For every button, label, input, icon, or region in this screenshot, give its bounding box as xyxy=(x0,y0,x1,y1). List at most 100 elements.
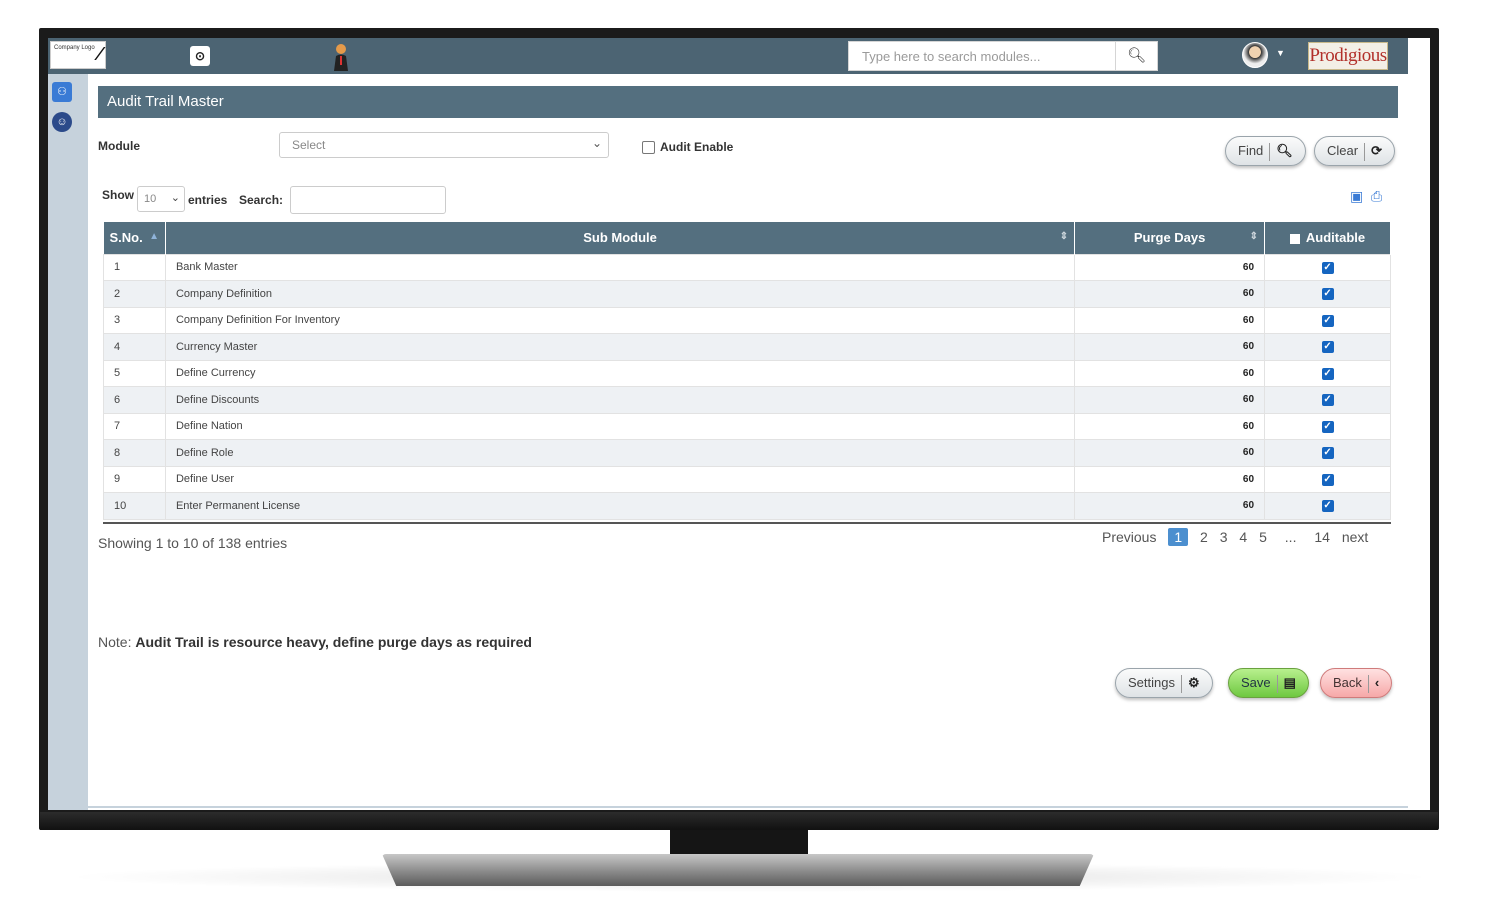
cell-sno: 8 xyxy=(103,439,166,467)
cell-purge-days[interactable]: 60 xyxy=(1074,253,1266,281)
cell-purge-days[interactable]: 60 xyxy=(1074,412,1266,440)
auditable-checkbox[interactable]: ✓ xyxy=(1321,473,1334,486)
module-select[interactable]: Select ⌄ xyxy=(279,132,609,158)
cell-auditable: ✓ xyxy=(1264,465,1391,493)
cell-purge-days[interactable]: 60 xyxy=(1074,465,1266,493)
auditable-checkbox[interactable]: ✓ xyxy=(1321,500,1334,513)
page-5[interactable]: 5 xyxy=(1259,529,1267,545)
column-header-purge-days[interactable]: Purge Days ⇕ xyxy=(1074,222,1266,254)
cell-sub-module: Define User xyxy=(164,465,1076,493)
clear-label: Clear xyxy=(1327,143,1359,158)
back-button[interactable]: Back ‹ xyxy=(1320,668,1393,698)
column-header-sub-module[interactable]: Sub Module ⇕ xyxy=(165,222,1076,254)
top-bar: Company Logo ⁄ ⊙ 🔍︎ ▼ Prodigious xyxy=(48,38,1408,74)
cell-purge-days[interactable]: 60 xyxy=(1074,333,1266,361)
auditable-checkbox[interactable]: ✓ xyxy=(1321,288,1334,301)
table-row[interactable]: 3 Company Definition For Inventory 60 ✓ xyxy=(103,306,1391,334)
page-ellipsis: ... xyxy=(1284,529,1297,545)
auditable-checkbox[interactable]: ✓ xyxy=(1321,367,1334,380)
table-row[interactable]: 1 Bank Master 60 ✓ xyxy=(103,253,1391,281)
table-row[interactable]: 10 Enter Permanent License 60 ✓ xyxy=(103,492,1391,520)
cell-sno: 6 xyxy=(103,386,166,414)
save-button[interactable]: Save ▤ xyxy=(1228,668,1309,698)
page-next[interactable]: next xyxy=(1342,529,1368,545)
cell-sub-module: Define Currency xyxy=(164,359,1076,387)
auditable-checkbox[interactable]: ✓ xyxy=(1321,447,1334,460)
chevron-down-icon[interactable]: ▼ xyxy=(1276,48,1285,58)
cell-purge-days[interactable]: 60 xyxy=(1074,359,1266,387)
page-3[interactable]: 3 xyxy=(1220,529,1228,545)
page-4[interactable]: 4 xyxy=(1239,529,1247,545)
page-1[interactable]: 1 xyxy=(1168,528,1189,546)
company-logo[interactable]: Company Logo ⁄ xyxy=(50,41,106,69)
cell-purge-days[interactable]: 60 xyxy=(1074,306,1266,334)
cell-purge-days[interactable]: 60 xyxy=(1074,386,1266,414)
select-all-checkbox[interactable] xyxy=(1289,233,1300,244)
cell-auditable: ✓ xyxy=(1264,386,1391,414)
avatar[interactable] xyxy=(1242,42,1268,68)
cell-sno: 7 xyxy=(103,412,166,440)
search-button[interactable]: 🔍︎ xyxy=(1115,42,1157,70)
settings-button[interactable]: Settings ⚙ xyxy=(1115,668,1213,698)
note-prefix: Note: xyxy=(98,634,132,650)
table-row[interactable]: 6 Define Discounts 60 ✓ xyxy=(103,386,1391,414)
audit-enable-label: Audit Enable xyxy=(660,140,734,154)
module-select-value: Select xyxy=(292,138,326,152)
table-search-input[interactable] xyxy=(290,186,446,214)
monitor-bezel xyxy=(40,812,1438,830)
cell-sub-module: Define Role xyxy=(164,439,1076,467)
print-icon[interactable]: ⎙ xyxy=(1371,188,1382,205)
cell-purge-days[interactable]: 60 xyxy=(1074,492,1266,520)
cell-sno: 5 xyxy=(103,359,166,387)
cell-sub-module: Define Discounts xyxy=(164,386,1076,414)
auditable-checkbox[interactable]: ✓ xyxy=(1321,420,1334,433)
column-header-auditable[interactable]: Auditable xyxy=(1264,222,1391,254)
users-icon[interactable]: ⚇ xyxy=(52,82,72,102)
table-row[interactable]: 4 Currency Master 60 ✓ xyxy=(103,333,1391,361)
search-icon: 🔍︎ xyxy=(1126,47,1147,64)
audit-enable-toggle[interactable]: Audit Enable xyxy=(642,140,734,155)
gear-icon: ⚙ xyxy=(1187,675,1200,690)
cell-purge-days[interactable]: 60 xyxy=(1074,439,1266,467)
pagination: Previous 1 2 3 4 5 ... 14 next xyxy=(1098,528,1372,546)
left-rail: ⚇ ☺ xyxy=(48,74,88,810)
back-label: Back xyxy=(1333,675,1362,690)
page-previous[interactable]: Previous xyxy=(1102,529,1156,545)
page-2[interactable]: 2 xyxy=(1200,529,1208,545)
table-row[interactable]: 9 Define User 60 ✓ xyxy=(103,465,1391,493)
auditable-checkbox[interactable]: ✓ xyxy=(1321,394,1334,407)
table-info: Showing 1 to 10 of 138 entries xyxy=(98,535,288,551)
person-icon[interactable] xyxy=(331,43,351,71)
cell-sub-module: Currency Master xyxy=(164,333,1076,361)
find-button[interactable]: Find 🔍︎ xyxy=(1225,136,1306,166)
table-row[interactable]: 7 Define Nation 60 ✓ xyxy=(103,412,1391,440)
entries-select[interactable]: 10 ⌄ xyxy=(137,186,185,212)
cell-auditable: ✓ xyxy=(1264,306,1391,334)
table-row[interactable]: 5 Define Currency 60 ✓ xyxy=(103,359,1391,387)
cell-sno: 10 xyxy=(103,492,166,520)
support-icon[interactable]: ☺ xyxy=(52,112,72,132)
cell-sno: 3 xyxy=(103,306,166,334)
cell-auditable: ✓ xyxy=(1264,333,1391,361)
module-search-input[interactable] xyxy=(849,42,1115,70)
column-header-sno[interactable]: S.No. ▲ xyxy=(103,222,166,254)
export-excel-icon[interactable]: ▣ xyxy=(1350,188,1363,205)
dashboard-icon[interactable]: ⊙ xyxy=(190,46,210,66)
save-label: Save xyxy=(1241,675,1271,690)
monitor-neck xyxy=(670,830,808,856)
save-icon: ▤ xyxy=(1283,675,1296,690)
table-row[interactable]: 2 Company Definition 60 ✓ xyxy=(103,280,1391,308)
clear-button[interactable]: Clear ⟳ xyxy=(1314,136,1395,166)
page-14[interactable]: 14 xyxy=(1314,529,1330,545)
chevron-left-icon: ‹ xyxy=(1374,675,1380,690)
auditable-checkbox[interactable]: ✓ xyxy=(1321,261,1334,274)
cell-auditable: ✓ xyxy=(1264,492,1391,520)
cell-purge-days[interactable]: 60 xyxy=(1074,280,1266,308)
table-row[interactable]: 8 Define Role 60 ✓ xyxy=(103,439,1391,467)
audit-enable-checkbox[interactable] xyxy=(642,141,655,155)
chevron-down-icon: ⌄ xyxy=(170,192,180,204)
app-screen: Company Logo ⁄ ⊙ 🔍︎ ▼ Prodigious ⚇ ☺ Aud… xyxy=(48,38,1430,810)
auditable-checkbox[interactable]: ✓ xyxy=(1321,314,1334,327)
auditable-checkbox[interactable]: ✓ xyxy=(1321,341,1334,354)
footer-divider xyxy=(88,806,1408,808)
